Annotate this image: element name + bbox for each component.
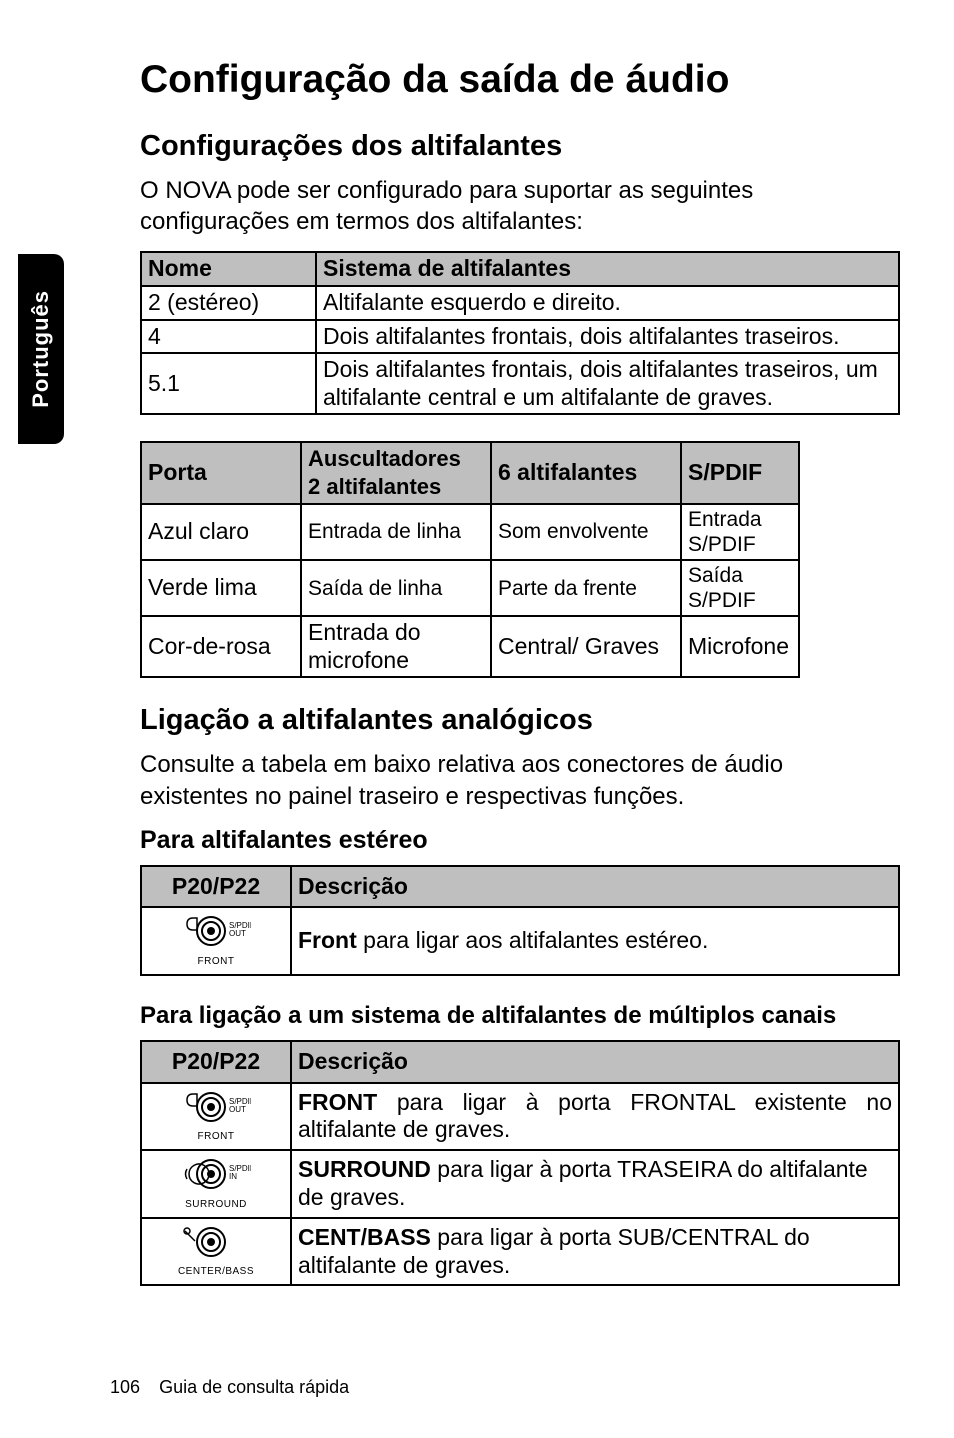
page-number: 106 — [110, 1377, 140, 1398]
table-row: 2 (estéreo) Altifalante esquerdo e direi… — [141, 286, 899, 320]
table-speaker-systems: Nome Sistema de altifalantes 2 (estéreo)… — [140, 251, 900, 415]
center-multi-desc: CENT/BASS para ligar à porta SUB/CENTRAL… — [291, 1218, 899, 1286]
table-row: S/PDIF OUT FRONT Front para ligar aos al… — [141, 907, 899, 975]
surround-jack-icon: S/PDIF IN SURROUND — [141, 1150, 291, 1218]
table-stereo-header-port: P20/P22 — [141, 866, 291, 908]
table-row: 4 Dois altifalantes frontais, dois altif… — [141, 320, 899, 354]
table-ports: Porta Auscultadores2 altifalantes 6 alti… — [140, 441, 800, 678]
table2-header-porta: Porta — [141, 442, 301, 503]
table2-header-auscultadores: Auscultadores2 altifalantes — [301, 442, 491, 503]
table-multi-header-desc: Descrição — [291, 1041, 899, 1083]
table-row: S/PDIF IN SURROUND SURROUND para ligar à… — [141, 1150, 899, 1218]
section-speaker-config-heading: Configurações dos altifalantes — [140, 130, 894, 163]
table-row: Azul claro Entrada de linha Som envolven… — [141, 504, 799, 560]
center-bass-jack-icon: CENTER/BASS — [141, 1218, 291, 1286]
section-analog-paragraph: Consulte a tabela em baixo relativa aos … — [140, 749, 894, 811]
table-stereo-header-desc: Descrição — [291, 866, 899, 908]
table-multi-header-port: P20/P22 — [141, 1041, 291, 1083]
front-jack-desc: Front para ligar aos altifalantes estére… — [291, 907, 899, 975]
table-multi: P20/P22 Descrição S/PDIF OUT FRONT — [140, 1040, 900, 1286]
table-row: 5.1 Dois altifalantes frontais, dois alt… — [141, 353, 899, 414]
table2-header-spdif: S/PDIF — [681, 442, 799, 503]
table-stereo: P20/P22 Descrição S/PDIF OUT FRONT — [140, 865, 900, 976]
svg-text:OUT: OUT — [229, 929, 246, 938]
section-speaker-config-paragraph: O NOVA pode ser configurado para suporta… — [140, 175, 894, 237]
table-row: S/PDIF OUT FRONT FRONT para ligar à port… — [141, 1083, 899, 1151]
page-footer: 106 Guia de consulta rápida — [110, 1377, 349, 1398]
front-multi-desc: FRONT para ligar à porta FRONTAL existen… — [291, 1083, 899, 1151]
table-row: CENTER/BASS CENT/BASS para ligar à porta… — [141, 1218, 899, 1286]
section-analog-heading: Ligação a altifalantes analógicos — [140, 704, 894, 737]
table1-header-nome: Nome — [141, 252, 316, 286]
front-jack-icon: S/PDIF OUT FRONT — [141, 1083, 291, 1151]
language-tab-label: Português — [28, 290, 54, 408]
language-tab: Português — [18, 254, 64, 444]
table-row: Cor-de-rosa Entrada do microfone Central… — [141, 616, 799, 677]
surround-multi-desc: SURROUND para ligar à porta TRASEIRA do … — [291, 1150, 899, 1218]
page-title: Configuração da saída de áudio — [140, 58, 894, 102]
svg-text:IN: IN — [229, 1172, 237, 1181]
footer-text: Guia de consulta rápida — [159, 1377, 349, 1397]
sub-stereo-heading: Para altifalantes estéreo — [140, 826, 894, 855]
sub-multi-heading: Para ligação a um sistema de altifalante… — [140, 1002, 894, 1030]
table2-header-6alt: 6 altifalantes — [491, 442, 681, 503]
front-jack-icon: S/PDIF OUT FRONT — [141, 907, 291, 975]
table1-header-sistema: Sistema de altifalantes — [316, 252, 899, 286]
table-row: Verde lima Saída de linha Parte da frent… — [141, 560, 799, 616]
svg-text:OUT: OUT — [229, 1105, 246, 1114]
page: Português Configuração da saída de áudio… — [0, 0, 954, 1438]
